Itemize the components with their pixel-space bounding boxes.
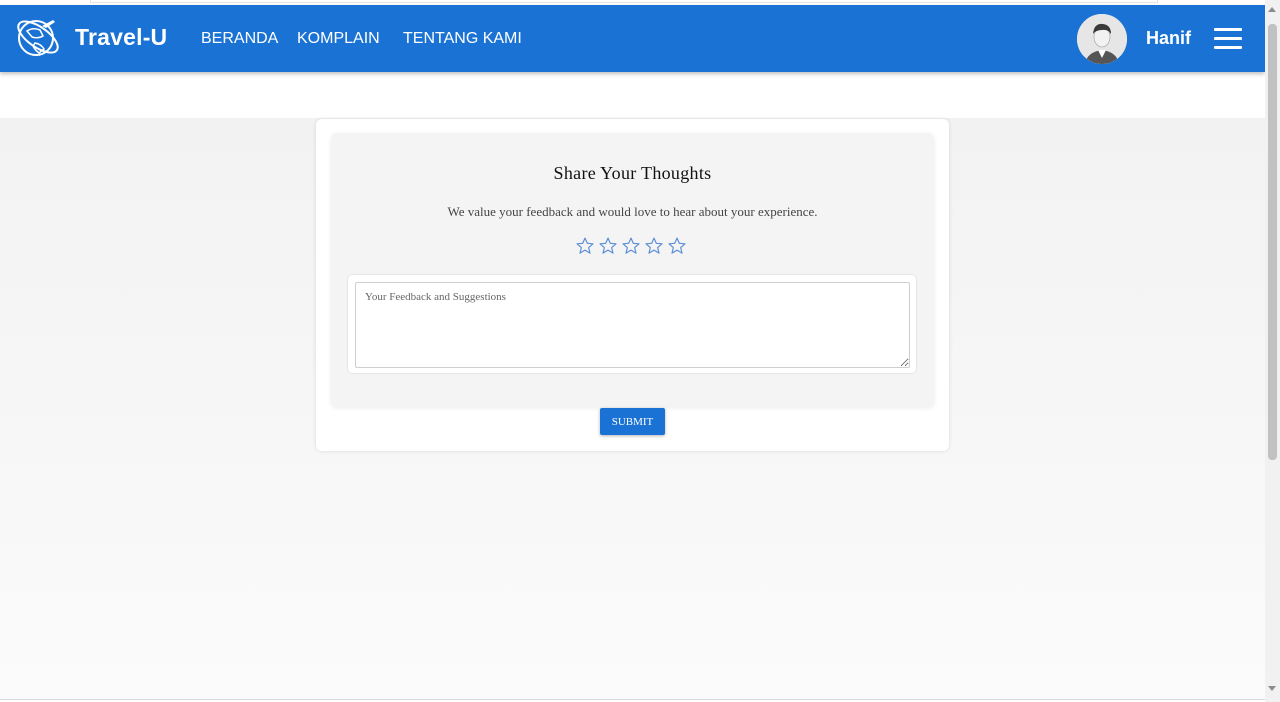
feedback-title: Share Your Thoughts	[553, 163, 712, 183]
star-2-icon[interactable]	[598, 236, 618, 256]
feedback-subtitle: We value your feedback and would love to…	[447, 204, 818, 219]
feedback-card: Share Your Thoughts We value your feedba…	[316, 119, 949, 451]
hamburger-menu-icon[interactable]	[1212, 27, 1244, 51]
star-3-icon[interactable]	[621, 236, 641, 256]
globe-plane-logo-icon[interactable]	[13, 13, 63, 63]
scroll-down-arrow-icon[interactable]	[1268, 686, 1276, 691]
navbar: Travel-U BERANDA KOMPLAIN TENTANG KAMI H…	[0, 5, 1265, 72]
star-4-icon[interactable]	[644, 236, 664, 256]
scrollbar-thumb[interactable]	[1268, 24, 1277, 460]
browser-top-strip	[90, 0, 1158, 3]
feedback-form-panel: Share Your Thoughts We value your feedba…	[331, 133, 934, 407]
user-avatar[interactable]	[1077, 14, 1127, 64]
brand-title[interactable]: Travel-U	[75, 24, 167, 51]
user-name[interactable]: Hanif	[1146, 28, 1191, 49]
nav-beranda[interactable]: BERANDA	[201, 30, 278, 48]
nav-tentang-kami[interactable]: TENTANG KAMI	[403, 30, 522, 48]
nav-komplain[interactable]: KOMPLAIN	[297, 30, 380, 48]
feedback-textarea-container	[347, 274, 917, 374]
scroll-up-arrow-icon[interactable]	[1268, 7, 1276, 12]
submit-button[interactable]: SUBMIT	[600, 408, 665, 435]
page-bottom-divider	[0, 699, 1265, 700]
feedback-textarea[interactable]	[355, 282, 910, 368]
star-5-icon[interactable]	[667, 236, 687, 256]
star-1-icon[interactable]	[575, 236, 595, 256]
vertical-scrollbar[interactable]	[1265, 0, 1280, 702]
